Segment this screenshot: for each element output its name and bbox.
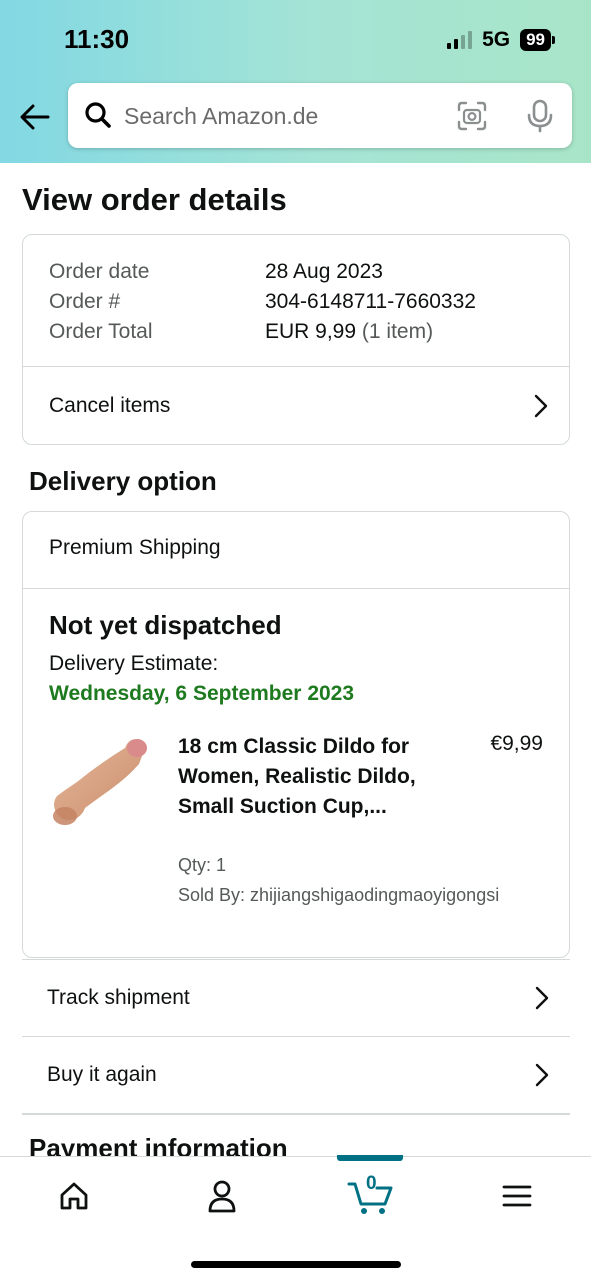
order-number-label: Order # (49, 290, 121, 313)
search-icon (85, 102, 111, 128)
delivery-estimate-label: Delivery Estimate: (49, 652, 219, 675)
chevron-right-icon (535, 1063, 549, 1087)
order-number-row: Order # 304-6148711-7660332 (49, 287, 476, 317)
status-indicators: 5G 99 (447, 26, 555, 54)
buy-again-label: Buy it again (47, 1063, 157, 1086)
chevron-right-icon (534, 394, 548, 417)
order-total-row: Order Total EUR 9,99 (1 item) (49, 317, 476, 347)
divider (22, 1113, 570, 1115)
order-total-value: EUR 9,99 (1 item) (265, 317, 433, 347)
track-shipment-label: Track shipment (47, 986, 190, 1009)
header: 11:30 5G 99 (0, 0, 591, 163)
order-date-value: 28 Aug 2023 (265, 260, 383, 283)
chevron-right-icon (535, 986, 549, 1010)
signal-icon (447, 31, 473, 49)
shipping-method: Premium Shipping (49, 536, 221, 559)
delivery-section-title: Delivery option (29, 466, 217, 496)
order-summary: Order date 28 Aug 2023 Order # 304-61487… (49, 257, 476, 347)
nav-menu[interactable] (487, 1175, 547, 1217)
active-tab-indicator (337, 1155, 403, 1161)
order-total-amount: EUR 9,99 (265, 320, 357, 343)
cancel-items-button[interactable]: Cancel items (23, 367, 569, 444)
microphone-icon[interactable] (525, 99, 555, 133)
order-item-count: (1 item) (361, 320, 434, 343)
divider (23, 588, 569, 589)
bottom-navigation: 0 (0, 1155, 591, 1280)
account-icon (208, 1180, 236, 1213)
menu-icon (502, 1185, 532, 1207)
nav-account[interactable] (192, 1175, 252, 1217)
order-total-label: Order Total (49, 320, 153, 343)
nav-cart[interactable]: 0 (340, 1173, 400, 1217)
delivery-card: Premium Shipping Not yet dispatched Deli… (22, 511, 570, 958)
search-input[interactable] (124, 99, 424, 133)
status-time: 11:30 (64, 24, 130, 54)
buy-again-button[interactable]: Buy it again (22, 1036, 570, 1113)
search-bar[interactable] (68, 83, 572, 148)
product-title[interactable]: 18 cm Classic Dildo for Women, Realistic… (178, 732, 438, 822)
back-arrow-icon[interactable] (18, 100, 52, 134)
home-icon (60, 1182, 88, 1210)
network-type: 5G (482, 28, 511, 51)
order-summary-card: Order date 28 Aug 2023 Order # 304-61487… (22, 234, 570, 445)
order-date-row: Order date 28 Aug 2023 (49, 257, 476, 287)
cancel-items-label: Cancel items (49, 393, 171, 417)
cart-count: 0 (366, 1173, 377, 1194)
page-title: View order details (22, 182, 287, 217)
nav-home[interactable] (44, 1175, 104, 1217)
product-price: €9,99 (490, 732, 543, 755)
order-date-label: Order date (49, 260, 150, 283)
order-number-value: 304-6148711-7660332 (265, 290, 476, 313)
product-image[interactable] (47, 734, 157, 834)
product-quantity: Qty: 1 (178, 855, 227, 875)
battery-icon: 99 (520, 29, 555, 51)
camera-scan-icon[interactable] (456, 100, 488, 132)
track-shipment-button[interactable]: Track shipment (22, 959, 570, 1036)
delivery-estimate-date: Wednesday, 6 September 2023 (49, 682, 355, 705)
home-indicator (191, 1261, 401, 1268)
dispatch-status: Not yet dispatched (49, 610, 282, 640)
product-seller: Sold By: zhijiangshigaodingmaoyigongsi (178, 885, 500, 905)
